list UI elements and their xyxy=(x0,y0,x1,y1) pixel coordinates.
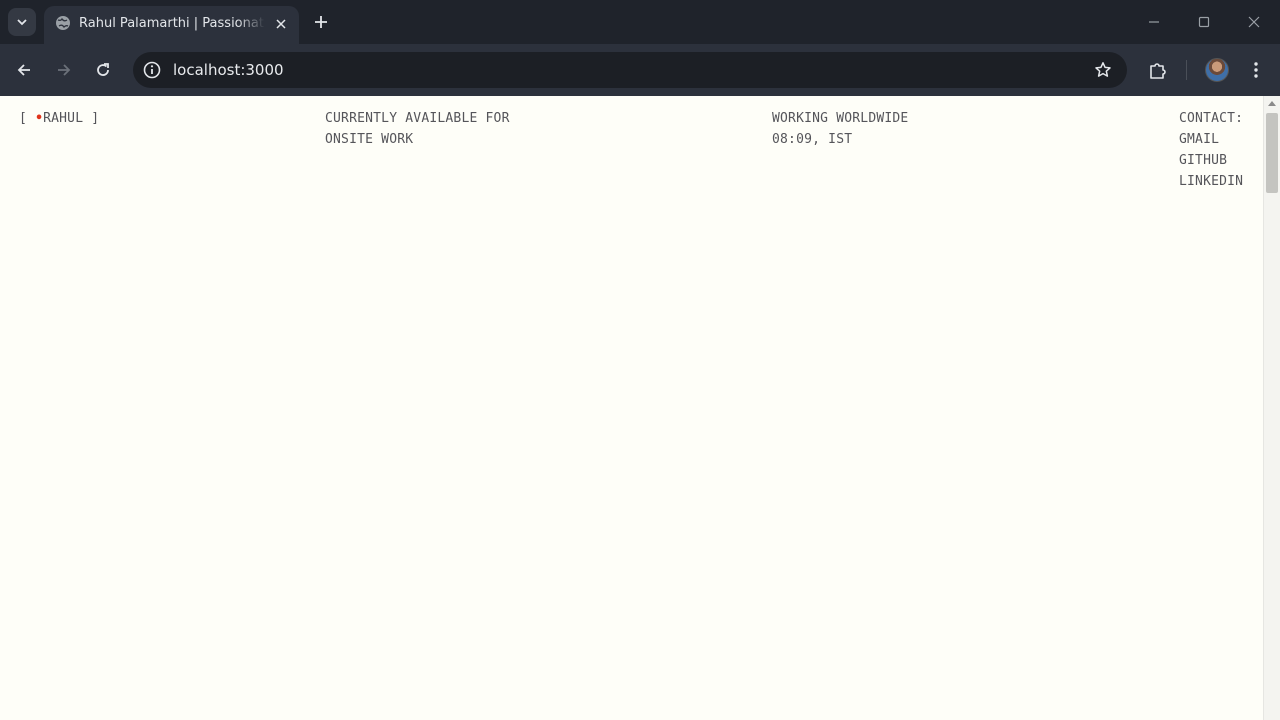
scroll-up-arrow-icon[interactable] xyxy=(1268,101,1276,106)
maximize-icon xyxy=(1198,16,1210,28)
browser-menu-button[interactable] xyxy=(1244,58,1268,82)
local-time: 08:09, IST xyxy=(772,132,853,147)
brand-close-bracket: ] xyxy=(91,111,100,126)
contact-label: CONTACT: xyxy=(1179,111,1244,126)
plus-icon xyxy=(315,16,327,28)
site-info-button[interactable] xyxy=(142,60,162,80)
vertical-scrollbar[interactable] xyxy=(1263,96,1280,720)
toolbar-divider xyxy=(1186,60,1187,80)
profile-avatar[interactable] xyxy=(1205,58,1229,82)
reload-button[interactable] xyxy=(91,58,115,82)
arrow-left-icon xyxy=(17,64,30,76)
tab-close-button[interactable] xyxy=(272,15,290,33)
maximize-button[interactable] xyxy=(1194,12,1214,32)
kebab-menu-icon xyxy=(1254,62,1258,78)
close-icon xyxy=(1248,16,1260,28)
availability-line-2: ONSITE WORK xyxy=(325,132,414,147)
extensions-button[interactable] xyxy=(1146,58,1170,82)
contact-link-github[interactable]: GITHUB xyxy=(1179,151,1227,171)
browser-toolbar xyxy=(0,44,1280,96)
location-text: WORKING WORLDWIDE xyxy=(772,111,909,126)
availability-line-1: CURRENTLY AVAILABLE FOR xyxy=(325,111,510,126)
info-icon xyxy=(143,61,161,79)
arrow-right-icon xyxy=(58,64,71,76)
contact-link-gmail[interactable]: GMAIL xyxy=(1179,130,1219,150)
brand-logo[interactable]: [ •RAHUL ] xyxy=(19,109,99,129)
new-tab-button[interactable] xyxy=(309,10,333,34)
minimize-button[interactable] xyxy=(1144,12,1164,32)
address-bar[interactable] xyxy=(133,52,1127,88)
brand-name: RAHUL xyxy=(43,111,84,126)
chevron-down-icon xyxy=(17,19,27,26)
globe-icon xyxy=(56,16,70,30)
back-button[interactable] xyxy=(12,58,36,82)
star-icon xyxy=(1095,62,1111,77)
browser-tab-strip: Rahul Palamarthi | Passionate product de… xyxy=(0,0,1280,44)
tab-search-button[interactable] xyxy=(8,8,36,36)
url-input[interactable] xyxy=(173,60,973,80)
bookmark-button[interactable] xyxy=(1093,60,1113,80)
contact-link-linkedin[interactable]: LINKEDIN xyxy=(1179,172,1243,192)
minimize-icon xyxy=(1149,21,1159,23)
close-window-button[interactable] xyxy=(1244,12,1264,32)
close-icon xyxy=(276,19,286,29)
brand-dot: • xyxy=(35,111,44,126)
scrollbar-thumb[interactable] xyxy=(1266,113,1278,193)
reload-icon xyxy=(97,63,109,76)
puzzle-icon xyxy=(1150,63,1166,79)
forward-button[interactable] xyxy=(52,58,76,82)
tab-title: Rahul Palamarthi | Passionate product de… xyxy=(79,16,265,31)
page-content: [ •RAHUL ] CURRENTLY AVAILABLE FOR ONSIT… xyxy=(0,96,1263,720)
browser-tab-active[interactable]: Rahul Palamarthi | Passionate product de… xyxy=(44,6,299,44)
brand-open-bracket: [ xyxy=(19,111,28,126)
